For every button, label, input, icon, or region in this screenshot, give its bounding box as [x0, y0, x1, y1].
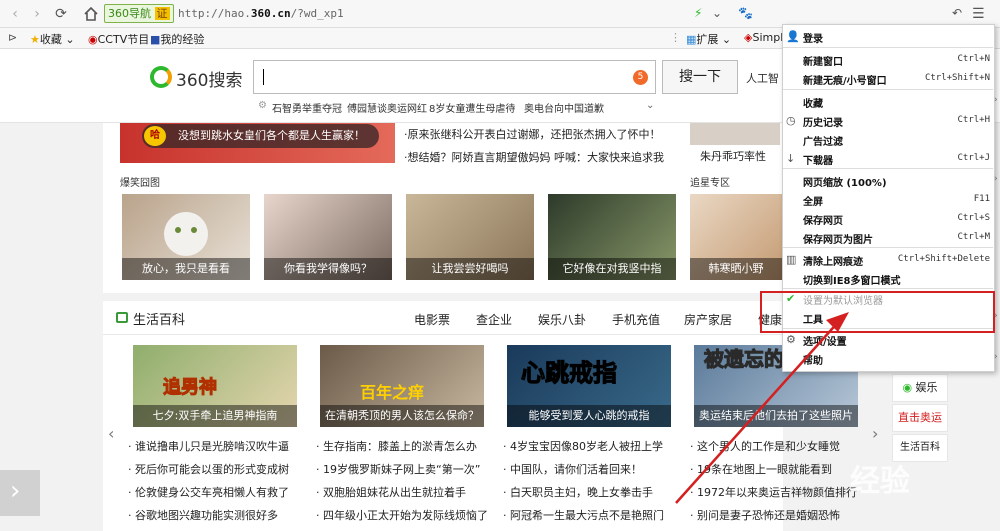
annotation-arrow-icon: [675, 312, 849, 504]
